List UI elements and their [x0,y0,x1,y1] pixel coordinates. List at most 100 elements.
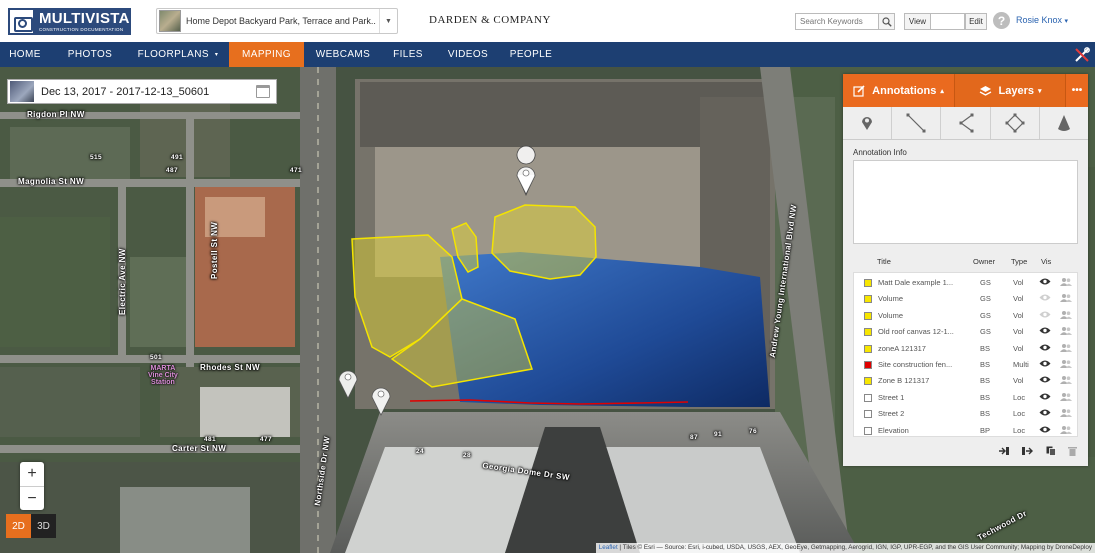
street-label: Rigdon Pl NW [27,110,85,119]
visibility-eye-icon[interactable] [1039,293,1051,304]
share-group-icon[interactable] [1060,310,1072,322]
camera-logo-icon [8,8,35,35]
share-group-icon[interactable] [1060,359,1072,371]
line-tool-button[interactable] [892,107,942,139]
more-options-button[interactable]: ••• [1065,74,1088,107]
main-nav: HOME PHOTOS FLOORPLANS ▾ MAPPING WEBCAMS … [0,42,1095,67]
annotation-owner: BS [980,376,991,386]
column-title[interactable]: Title [877,257,891,266]
chevron-down-icon[interactable]: ▼ [379,9,397,33]
visibility-eye-icon[interactable] [1039,326,1051,337]
annotation-row[interactable]: Volume GS Vol [854,290,1077,306]
share-group-icon[interactable] [1060,293,1072,305]
annotation-info-label: Annotation Info [853,148,907,157]
share-group-icon[interactable] [1060,343,1072,355]
share-group-icon[interactable] [1060,392,1072,404]
nav-webcams[interactable]: WEBCAMS [308,42,378,67]
copy-icon[interactable] [1046,446,1056,456]
chevron-down-icon: ▾ [1037,87,1042,95]
nav-photos[interactable]: PHOTOS [58,42,122,67]
visibility-eye-icon[interactable] [1039,375,1051,386]
annotation-row[interactable]: Old roof canvas 12-1... GS Vol [854,323,1077,339]
zoom-out-button[interactable]: − [20,486,44,510]
tools-icon[interactable] [1068,42,1095,67]
column-vis[interactable]: Vis [1041,257,1051,266]
view-mode-toggle: 2D 3D [6,514,56,538]
annotation-row[interactable]: Matt Dale example 1... GS Vol [854,274,1077,290]
view-input[interactable] [931,13,965,30]
visibility-eye-icon[interactable] [1039,408,1051,419]
street-label: Electric Ave NW [118,248,127,315]
annotation-owner: GS [980,310,991,320]
location-marker-icon[interactable] [371,384,391,416]
attribution-text: | Tiles © Esri — Source: Esri, i-cubed, … [617,544,1092,551]
annotation-row[interactable]: Elevation BP Loc [854,422,1077,438]
mode-2d-button[interactable]: 2D [6,514,31,538]
volume-tool-button[interactable] [1040,107,1088,139]
polygon-tool-button[interactable] [991,107,1040,139]
visibility-eye-icon[interactable] [1039,359,1051,370]
annotation-owner: BS [980,360,991,369]
nav-videos[interactable]: VIDEOS [440,42,496,67]
annotation-row[interactable]: Volume GS Vol [854,307,1077,323]
annotation-title: Matt Dale example 1... [878,278,954,287]
tab-annotations[interactable]: Annotations ▴ [843,74,954,107]
capture-date-select[interactable]: Dec 13, 2017 - 2017-12-13_50601 [7,79,277,104]
column-owner[interactable]: Owner [973,257,995,266]
tab-layers[interactable]: Layers ▾ [954,74,1065,107]
view-button[interactable]: View [904,13,931,30]
column-type[interactable]: Type [1011,257,1027,266]
visibility-eye-icon[interactable] [1039,310,1051,321]
annotation-owner: GS [980,278,991,287]
visibility-eye-icon[interactable] [1039,277,1051,288]
annotation-info-box[interactable] [853,160,1078,244]
polyline-icon [959,113,973,133]
pin-tool-button[interactable] [843,107,893,139]
annotation-type: Vol [1013,294,1024,304]
visibility-eye-icon[interactable] [1039,343,1051,354]
share-group-icon[interactable] [1060,375,1072,387]
share-group-icon[interactable] [1060,425,1072,437]
nav-floorplans[interactable]: FLOORPLANS ▾ [128,42,228,67]
nav-people[interactable]: PEOPLE [506,42,556,67]
nav-home[interactable]: HOME [0,42,50,67]
annotation-row[interactable]: Street 1 BS Loc [854,389,1077,405]
multivista-logo[interactable]: MULTIVISTA CONSTRUCTION DOCUMENTATION [8,8,131,35]
location-marker-icon[interactable] [516,163,536,195]
share-group-icon[interactable] [1060,277,1072,289]
annotation-row[interactable]: zoneA 121317 BS Vol [854,340,1077,356]
zoom-in-button[interactable]: + [20,462,44,486]
annotation-row[interactable]: Zone B 121317 BS Vol [854,372,1077,388]
import-icon[interactable] [999,446,1010,456]
share-group-icon[interactable] [1060,408,1072,420]
project-select[interactable]: Home Depot Backyard Park, Terrace and Pa… [156,8,398,34]
share-group-icon[interactable] [1060,326,1072,338]
nav-files[interactable]: FILES [386,42,430,67]
street-label: Rhodes St NW [200,363,260,372]
edit-button[interactable]: Edit [965,13,987,30]
search-input[interactable] [795,13,879,30]
visibility-eye-icon[interactable] [1039,425,1051,436]
zoom-control: + − [20,462,44,510]
leaflet-link[interactable]: Leaflet [599,544,618,551]
annotation-owner: BS [980,409,991,419]
user-menu[interactable]: Rosie Knox ▾ [1016,15,1068,25]
polyline-tool-button[interactable] [941,107,991,139]
help-icon[interactable]: ? [993,12,1010,29]
annotation-row[interactable]: Site construction fen... BS Multi [854,356,1077,372]
annotation-tools [843,107,1088,140]
search-button[interactable] [879,13,895,30]
address-label: 481 [204,436,217,443]
annotation-row[interactable]: Street 2 BS Loc [854,405,1077,421]
annotation-title: Street 2 [878,409,905,419]
annotation-owner: BS [980,392,991,402]
address-label: 501 [150,354,163,361]
trash-icon[interactable] [1067,446,1077,456]
calendar-icon[interactable] [256,85,270,98]
nav-mapping[interactable]: MAPPING [229,42,304,67]
annotation-type: Vol [1013,376,1024,386]
visibility-eye-icon[interactable] [1039,392,1051,403]
location-marker-icon[interactable] [338,367,358,399]
mode-3d-button[interactable]: 3D [31,514,56,538]
export-icon[interactable] [1022,446,1034,456]
